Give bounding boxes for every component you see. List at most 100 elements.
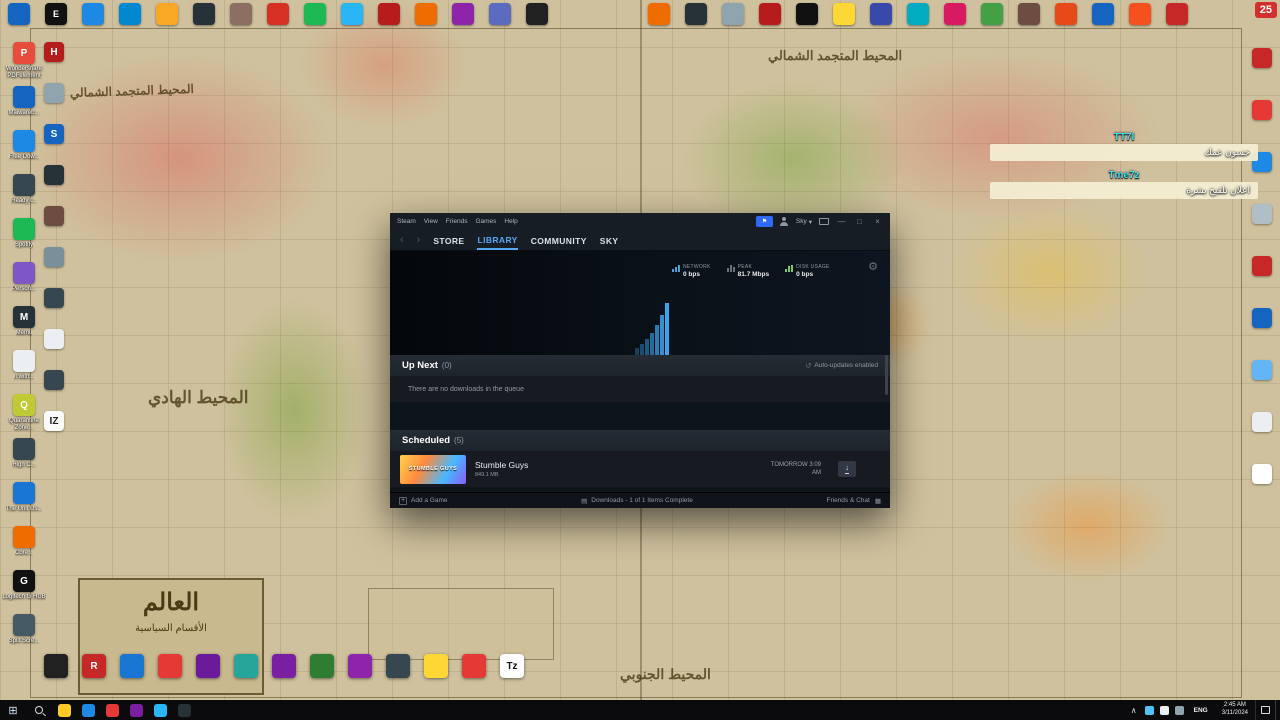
desktop-shortcut-icon[interactable] xyxy=(310,654,334,678)
desktop-shortcut-icon[interactable] xyxy=(1252,204,1272,224)
app-shortcut-icon[interactable] xyxy=(722,3,744,25)
taskbar-app-button[interactable] xyxy=(124,700,148,720)
menu-friends[interactable]: Friends xyxy=(446,218,468,225)
desktop-shortcut-icon[interactable] xyxy=(158,654,182,678)
auto-updates-toggle[interactable]: ↺ Auto-updates enabled xyxy=(806,362,878,370)
taskbar-app-button[interactable] xyxy=(76,700,100,720)
app-shortcut-icon[interactable] xyxy=(156,3,178,25)
back-icon[interactable]: ‹ xyxy=(400,234,404,246)
app-shortcut-icon[interactable] xyxy=(526,3,548,25)
desktop-shortcut[interactable]: The Unit Us... xyxy=(2,482,46,521)
friends-chat-button[interactable]: Friends & Chat ▦ xyxy=(826,497,881,505)
desktop-shortcut[interactable]: Free Dow... xyxy=(2,130,46,169)
desktop-shortcut-icon[interactable] xyxy=(44,165,64,185)
action-center-button[interactable] xyxy=(1255,700,1275,720)
tray-icon[interactable] xyxy=(1174,705,1184,715)
show-desktop-button[interactable] xyxy=(1275,700,1280,720)
taskbar-app-button[interactable] xyxy=(100,700,124,720)
desktop-shortcut-icon[interactable] xyxy=(44,654,68,678)
desktop-shortcut[interactable]: Split Scre... xyxy=(2,614,46,653)
app-shortcut-icon[interactable] xyxy=(759,3,781,25)
desktop-shortcut-icon[interactable] xyxy=(1252,308,1272,328)
desktop-shortcut-icon[interactable] xyxy=(462,654,486,678)
app-shortcut-icon[interactable] xyxy=(870,3,892,25)
desktop-shortcut[interactable]: Person... xyxy=(2,262,46,301)
downloads-status-button[interactable]: ▤ Downloads - 1 of 1 Items Complete xyxy=(448,497,827,505)
desktop-shortcut-icon[interactable] xyxy=(1252,412,1272,432)
desktop-shortcut[interactable]: Ready t... xyxy=(2,174,46,213)
app-shortcut-icon[interactable] xyxy=(489,3,511,25)
taskbar-app-button[interactable] xyxy=(172,700,196,720)
desktop-shortcut-icon[interactable] xyxy=(44,288,64,308)
app-shortcut-icon[interactable] xyxy=(267,3,289,25)
friends-icon[interactable] xyxy=(780,217,789,226)
desktop-shortcut-icon[interactable] xyxy=(234,654,258,678)
menu-games[interactable]: Games xyxy=(475,218,496,225)
desktop-shortcut-icon[interactable] xyxy=(1252,100,1272,120)
desktop-shortcut-icon[interactable] xyxy=(44,83,64,103)
tray-icon[interactable] xyxy=(1144,705,1154,715)
tray-expand-icon[interactable]: ∧ xyxy=(1126,706,1142,715)
desktop-shortcut-icon[interactable]: IZ xyxy=(44,411,64,431)
start-button[interactable]: ⊞ xyxy=(0,700,26,720)
minimize-button[interactable]: — xyxy=(836,217,847,226)
desktop-shortcut-icon[interactable] xyxy=(44,329,64,349)
desktop-shortcut-icon[interactable]: R xyxy=(82,654,106,678)
app-shortcut-icon[interactable] xyxy=(452,3,474,25)
app-shortcut-icon[interactable] xyxy=(981,3,1003,25)
app-shortcut-icon[interactable] xyxy=(1092,3,1114,25)
taskbar-app-button[interactable] xyxy=(148,700,172,720)
desktop-shortcut-icon[interactable] xyxy=(120,654,144,678)
desktop-shortcut[interactable]: Spotify xyxy=(2,218,46,257)
taskbar-app-button[interactable] xyxy=(52,700,76,720)
app-shortcut-icon[interactable] xyxy=(304,3,326,25)
desktop-shortcut-icon[interactable]: H xyxy=(44,42,64,62)
tray-icon[interactable] xyxy=(1159,705,1169,715)
app-shortcut-icon[interactable] xyxy=(8,3,30,25)
desktop-shortcut-icon[interactable] xyxy=(348,654,372,678)
app-shortcut-icon[interactable] xyxy=(230,3,252,25)
desktop-shortcut-icon[interactable] xyxy=(44,247,64,267)
desktop-shortcut[interactable]: M Memu xyxy=(2,306,46,345)
desktop-shortcut-icon[interactable]: Tz xyxy=(500,654,524,678)
steam-titlebar[interactable]: Steam View Friends Games Help ⚑ Sky ▾ — … xyxy=(390,213,890,230)
notifications-button[interactable]: ⚑ xyxy=(755,216,773,227)
scheduled-download-row[interactable]: STUMBLE GUYS Stumble Guys 849.1 MB TOMOR… xyxy=(390,451,890,487)
desktop-shortcut[interactable]: G Logitech G HUB xyxy=(2,570,46,609)
app-shortcut-icon[interactable] xyxy=(833,3,855,25)
desktop-shortcut[interactable]: Q Quarantine Zone... xyxy=(2,394,46,433)
desktop-shortcut[interactable]: High C... xyxy=(2,438,46,477)
desktop-shortcut-icon[interactable] xyxy=(44,206,64,226)
menu-help[interactable]: Help xyxy=(504,218,517,225)
app-shortcut-icon[interactable] xyxy=(1018,3,1040,25)
gear-icon[interactable]: ⚙ xyxy=(868,260,878,273)
search-button[interactable] xyxy=(26,700,52,720)
display-mode-icon[interactable] xyxy=(819,218,829,225)
taskbar-clock[interactable]: 2:45 AM 3/11/2024 xyxy=(1215,702,1255,718)
add-game-button[interactable]: + Add a Game xyxy=(399,496,448,505)
desktop-shortcut-icon[interactable] xyxy=(1252,256,1272,276)
app-shortcut-icon[interactable] xyxy=(1055,3,1077,25)
app-shortcut-icon[interactable] xyxy=(119,3,141,25)
notification-count-badge[interactable]: 25 xyxy=(1254,2,1277,18)
app-shortcut-icon[interactable] xyxy=(944,3,966,25)
menu-view[interactable]: View xyxy=(424,218,438,225)
account-dropdown[interactable]: Sky ▾ xyxy=(796,218,812,226)
desktop-shortcut[interactable]: It with... xyxy=(2,350,46,389)
nav-store[interactable]: STORE xyxy=(433,232,464,249)
nav-profile[interactable]: SKY xyxy=(600,232,619,249)
scrollbar-thumb[interactable] xyxy=(885,355,888,395)
app-shortcut-icon[interactable] xyxy=(82,3,104,25)
nav-library[interactable]: LIBRARY xyxy=(477,231,518,250)
app-shortcut-icon[interactable] xyxy=(796,3,818,25)
app-shortcut-icon[interactable] xyxy=(907,3,929,25)
download-now-button[interactable]: ↓ xyxy=(838,461,856,477)
desktop-shortcut-icon[interactable] xyxy=(44,370,64,390)
desktop-shortcut-icon[interactable] xyxy=(1252,464,1272,484)
desktop-shortcut[interactable]: P Wondershare PDFelement xyxy=(2,42,46,81)
app-shortcut-icon[interactable] xyxy=(415,3,437,25)
close-button[interactable]: × xyxy=(872,217,883,226)
forward-icon[interactable]: › xyxy=(417,234,421,246)
app-shortcut-icon[interactable] xyxy=(1166,3,1188,25)
desktop-shortcut-icon[interactable] xyxy=(386,654,410,678)
